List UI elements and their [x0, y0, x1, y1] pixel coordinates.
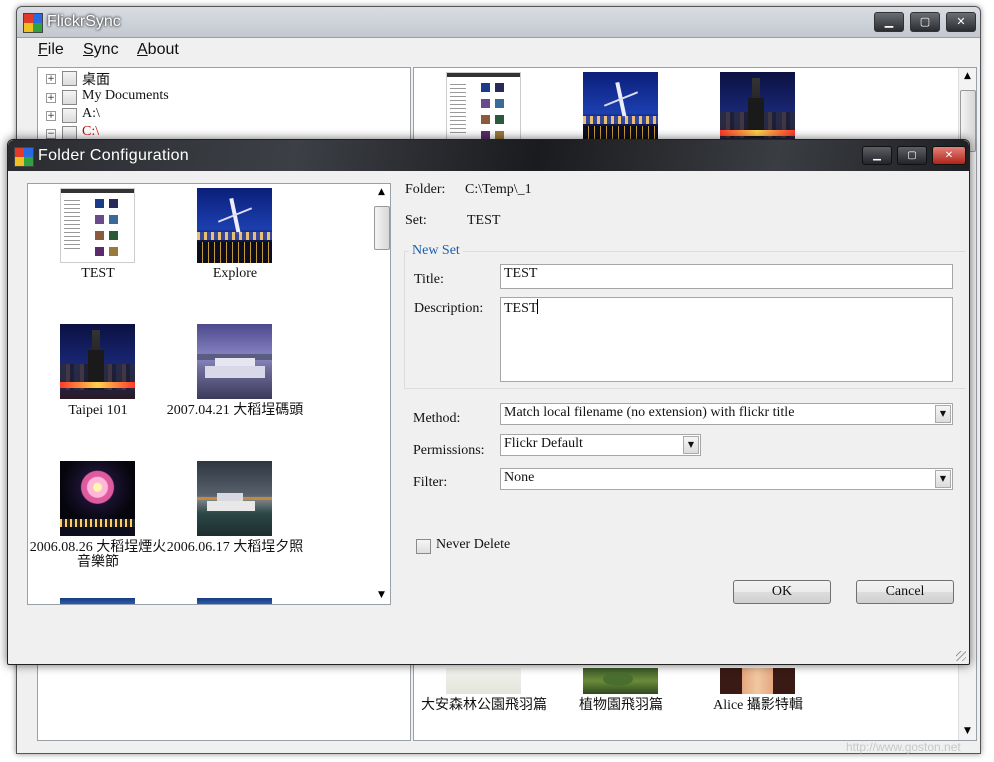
chevron-down-icon[interactable]: ▼	[683, 436, 699, 454]
new-set-group-title: New Set	[409, 243, 463, 259]
text-caret	[537, 299, 539, 314]
gallery-thumb[interactable]	[583, 668, 658, 694]
watermark: http://www.goston.net	[846, 740, 961, 754]
photo-thumb[interactable]	[197, 188, 272, 263]
main-window-title: FlickrSync	[47, 13, 121, 30]
menu-about[interactable]: About	[137, 41, 179, 59]
tree-checkbox[interactable]	[62, 108, 77, 123]
photo-thumb[interactable]	[60, 188, 135, 263]
set-value: TEST	[467, 213, 501, 228]
description-input[interactable]: TEST	[500, 297, 953, 382]
gallery-caption: Alice 攝影特輯	[713, 698, 803, 713]
scroll-up-icon[interactable]: ▲	[373, 184, 390, 201]
gallery-thumb[interactable]	[446, 72, 521, 147]
cancel-button[interactable]: Cancel	[856, 580, 954, 604]
description-input-value: TEST	[504, 301, 538, 316]
close-button[interactable]: ✕	[946, 12, 976, 32]
permissions-label: Permissions:	[413, 443, 485, 458]
resize-grip-icon[interactable]	[956, 651, 966, 661]
gallery-caption: 植物園飛羽篇	[579, 698, 663, 713]
collapse-icon[interactable]: −	[46, 129, 56, 139]
chevron-down-icon[interactable]: ▼	[935, 405, 951, 423]
photo-caption: 2006.08.26 大稻埕煙火音樂節	[29, 540, 167, 570]
photo-caption: Taipei 101	[68, 403, 128, 418]
description-label: Description:	[414, 301, 484, 316]
photo-caption: TEST	[81, 266, 115, 281]
minimize-button[interactable]: ▁	[862, 146, 892, 165]
gallery-thumb[interactable]	[720, 72, 795, 147]
photo-thumb[interactable]	[60, 598, 135, 604]
folder-label: Folder:	[405, 182, 446, 197]
permissions-select[interactable]: Flickr Default ▼	[500, 434, 701, 456]
scroll-down-icon[interactable]: ▼	[373, 587, 390, 604]
expand-icon[interactable]: +	[46, 74, 56, 84]
expand-icon[interactable]: +	[46, 111, 56, 121]
photo-caption: Explore	[212, 266, 258, 281]
gallery-thumb[interactable]	[720, 668, 795, 694]
scroll-down-icon[interactable]: ▼	[959, 723, 976, 740]
photo-thumb[interactable]	[197, 598, 272, 604]
filter-select-value: None	[504, 470, 535, 485]
folder-configuration-dialog: Folder Configuration ▁ ▢ ✕ TEST Explore …	[7, 139, 970, 665]
tree-item-label: C:\	[82, 124, 100, 139]
never-delete-checkbox[interactable]	[416, 539, 431, 554]
photo-caption: 2007.04.21 大稻埕碼頭	[166, 403, 304, 418]
tree-item-label: A:\	[82, 106, 100, 121]
tree-item-label: 桌面	[82, 73, 110, 88]
never-delete-label[interactable]: Never Delete	[436, 537, 510, 553]
method-select-value: Match local filename (no extension) with…	[504, 405, 795, 420]
chevron-down-icon[interactable]: ▼	[935, 470, 951, 488]
expand-icon[interactable]: +	[46, 93, 56, 103]
title-label: Title:	[414, 272, 444, 287]
photo-thumb[interactable]	[197, 461, 272, 536]
filter-select[interactable]: None ▼	[500, 468, 953, 490]
tree-checkbox[interactable]	[62, 90, 77, 105]
filter-label: Filter:	[413, 475, 448, 490]
method-select[interactable]: Match local filename (no extension) with…	[500, 403, 953, 425]
ok-button[interactable]: OK	[733, 580, 831, 604]
title-input-value: TEST	[504, 266, 538, 281]
title-input[interactable]: TEST	[500, 264, 953, 289]
menu-sync[interactable]: Sync	[83, 41, 119, 59]
photo-thumb[interactable]	[60, 461, 135, 536]
photo-thumb[interactable]	[60, 324, 135, 399]
photo-caption: 2006.06.17 大稻埕夕照	[166, 540, 304, 555]
app-icon	[14, 147, 34, 167]
app-icon	[23, 13, 43, 33]
photo-list[interactable]: TEST Explore Taipei 101 2007.04.21 大稻埕碼頭…	[27, 183, 391, 605]
scrollbar-thumb[interactable]	[374, 206, 390, 250]
close-button[interactable]: ✕	[932, 146, 966, 165]
menu-file[interactable]: File	[38, 41, 64, 59]
dialog-title-bar[interactable]: Folder Configuration ▁ ▢ ✕	[8, 140, 969, 171]
gallery-caption: 大安森林公園飛羽篇	[421, 698, 547, 713]
maximize-button[interactable]: ▢	[897, 146, 927, 165]
folder-value: C:\Temp\_1	[465, 182, 532, 197]
maximize-button[interactable]: ▢	[910, 12, 940, 32]
tree-item-label: My Documents	[82, 88, 169, 103]
gallery-thumb[interactable]	[446, 668, 521, 694]
main-title-bar[interactable]: FlickrSync ▁ ▢ ✕	[17, 7, 980, 38]
permissions-select-value: Flickr Default	[504, 436, 583, 451]
scroll-up-icon[interactable]: ▲	[959, 68, 976, 85]
menu-bar: File Sync About	[17, 38, 980, 62]
gallery-thumb[interactable]	[583, 72, 658, 147]
tree-checkbox[interactable]	[62, 71, 77, 86]
method-label: Method:	[413, 411, 461, 426]
photo-list-scrollbar[interactable]: ▲ ▼	[373, 184, 390, 604]
dialog-title: Folder Configuration	[38, 147, 189, 164]
minimize-button[interactable]: ▁	[874, 12, 904, 32]
photo-thumb[interactable]	[197, 324, 272, 399]
set-label: Set:	[405, 213, 427, 228]
